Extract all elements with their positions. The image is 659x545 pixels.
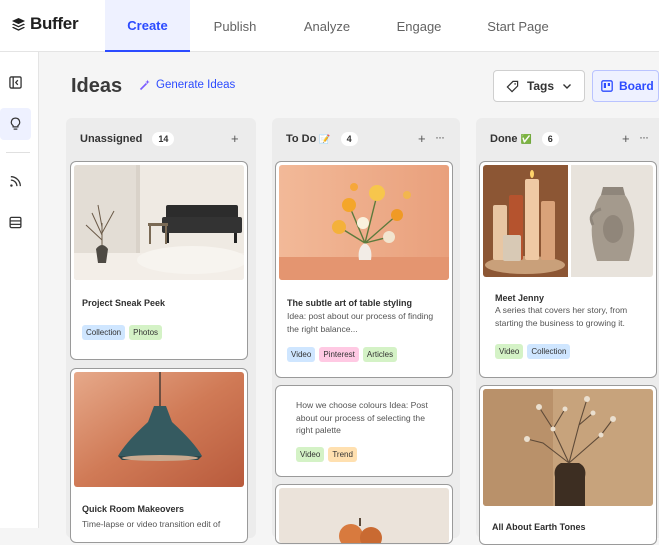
card-title: All About Earth Tones — [492, 522, 586, 532]
candles-photo — [483, 165, 653, 277]
board-icon — [601, 80, 613, 92]
chevron-down-icon — [563, 84, 572, 89]
card-tags: Video Pinterest Articles — [287, 347, 398, 362]
left-sidebar — [0, 52, 39, 528]
flower-vase-photo — [279, 165, 449, 280]
card-tags: Video Trend — [296, 447, 357, 462]
column-title: Unassigned — [80, 133, 143, 145]
card-title: Project Sneak Peek — [82, 298, 166, 308]
magic-wand-icon — [139, 79, 150, 91]
collapse-sidebar-icon — [9, 75, 22, 89]
tag-video: Video — [296, 447, 325, 462]
tag-photos: Photos — [129, 325, 163, 340]
tag-pinterest: Pinterest — [319, 347, 359, 362]
tag-icon — [506, 80, 519, 92]
board-label: Board — [619, 79, 654, 93]
column-header: Done ✅ 6 — [476, 118, 659, 160]
column-title: To Do — [286, 133, 317, 145]
idea-card[interactable]: All About Earth Tones — [479, 385, 657, 545]
sidebar-item-feeds[interactable] — [0, 165, 31, 197]
tags-label: Tags — [526, 79, 555, 93]
tab-publish[interactable]: Publish — [196, 0, 274, 52]
tag-trend: Trend — [328, 447, 357, 462]
brand-name: Buffer — [30, 14, 79, 33]
dried-branch-vase-photo — [483, 389, 653, 506]
card-description: Time-lapse or video transition edit of — [82, 519, 221, 529]
tab-start-page[interactable]: Start Page — [476, 0, 560, 52]
generate-ideas-button[interactable]: Generate Ideas — [139, 79, 235, 91]
fruit-photo — [279, 488, 449, 543]
list-box-icon — [9, 216, 22, 228]
rss-icon — [10, 175, 21, 187]
card-description: Idea: post about our process of finding … — [287, 311, 434, 334]
check-emoji: ✅ — [520, 133, 532, 144]
tag-collection: Collection — [82, 325, 126, 340]
sidebar-divider — [6, 152, 30, 153]
card-description: A series that covers her story, from sta… — [495, 305, 628, 328]
room-photo — [74, 165, 244, 280]
memo-emoji: 📝 — [319, 133, 331, 144]
column-header: Unassigned 14 — [66, 118, 256, 160]
page-title: Ideas — [71, 75, 123, 97]
generate-ideas-label: Generate Ideas — [156, 79, 236, 91]
idea-card[interactable]: Project Sneak Peek Collection Photos — [70, 161, 248, 360]
column-count: 6 — [541, 132, 559, 146]
card-tags: Collection Photos — [82, 325, 163, 340]
buffer-logo[interactable]: Buffer — [11, 14, 79, 34]
tag-video: Video — [287, 347, 316, 362]
idea-card[interactable]: Meet Jenny A series that covers her stor… — [479, 161, 657, 378]
sidebar-item-ideas[interactable] — [0, 108, 31, 140]
idea-card[interactable]: The subtle art of table styling Idea: po… — [275, 161, 453, 378]
card-title: The subtle art of table styling — [287, 298, 413, 308]
more-options-icon[interactable]: ··· — [639, 130, 649, 144]
tag-articles: Articles — [362, 347, 398, 362]
more-options-icon[interactable]: ··· — [435, 130, 445, 144]
collapse-sidebar-button[interactable] — [0, 66, 31, 98]
buffer-logo-icon — [11, 17, 26, 31]
tab-analyze[interactable]: Analyze — [288, 0, 366, 52]
tag-video: Video — [495, 344, 524, 359]
add-idea-icon[interactable]: + — [418, 131, 426, 146]
idea-card[interactable]: How we choose colours Idea: Post about o… — [275, 385, 453, 477]
tags-dropdown[interactable]: Tags — [493, 70, 585, 102]
board-view-button[interactable]: Board — [592, 70, 659, 102]
tab-engage[interactable]: Engage — [380, 0, 458, 52]
card-title: Quick Room Makeovers — [82, 504, 185, 514]
lightbulb-icon — [10, 117, 21, 130]
add-idea-icon[interactable]: + — [622, 131, 630, 146]
tab-create[interactable]: Create — [105, 0, 190, 52]
tag-collection: Collection — [527, 344, 571, 359]
idea-card[interactable] — [275, 484, 453, 544]
column-header: To Do 📝 4 — [272, 118, 460, 160]
card-description: How we choose colours Idea: Post about o… — [296, 400, 428, 435]
column-count: 14 — [152, 132, 175, 146]
card-tags: Video Collection — [495, 344, 571, 359]
card-title: Meet Jenny — [495, 293, 545, 303]
idea-card[interactable]: Quick Room Makeovers Time-lapse or video… — [70, 368, 248, 543]
sidebar-item-calendar[interactable] — [0, 206, 31, 238]
column-title: Done — [490, 133, 518, 145]
top-navigation: Buffer Create Publish Analyze Engage Sta… — [0, 0, 659, 52]
column-count: 4 — [340, 132, 358, 146]
pendant-lamp-photo — [74, 372, 244, 487]
add-idea-icon[interactable]: + — [231, 131, 239, 146]
